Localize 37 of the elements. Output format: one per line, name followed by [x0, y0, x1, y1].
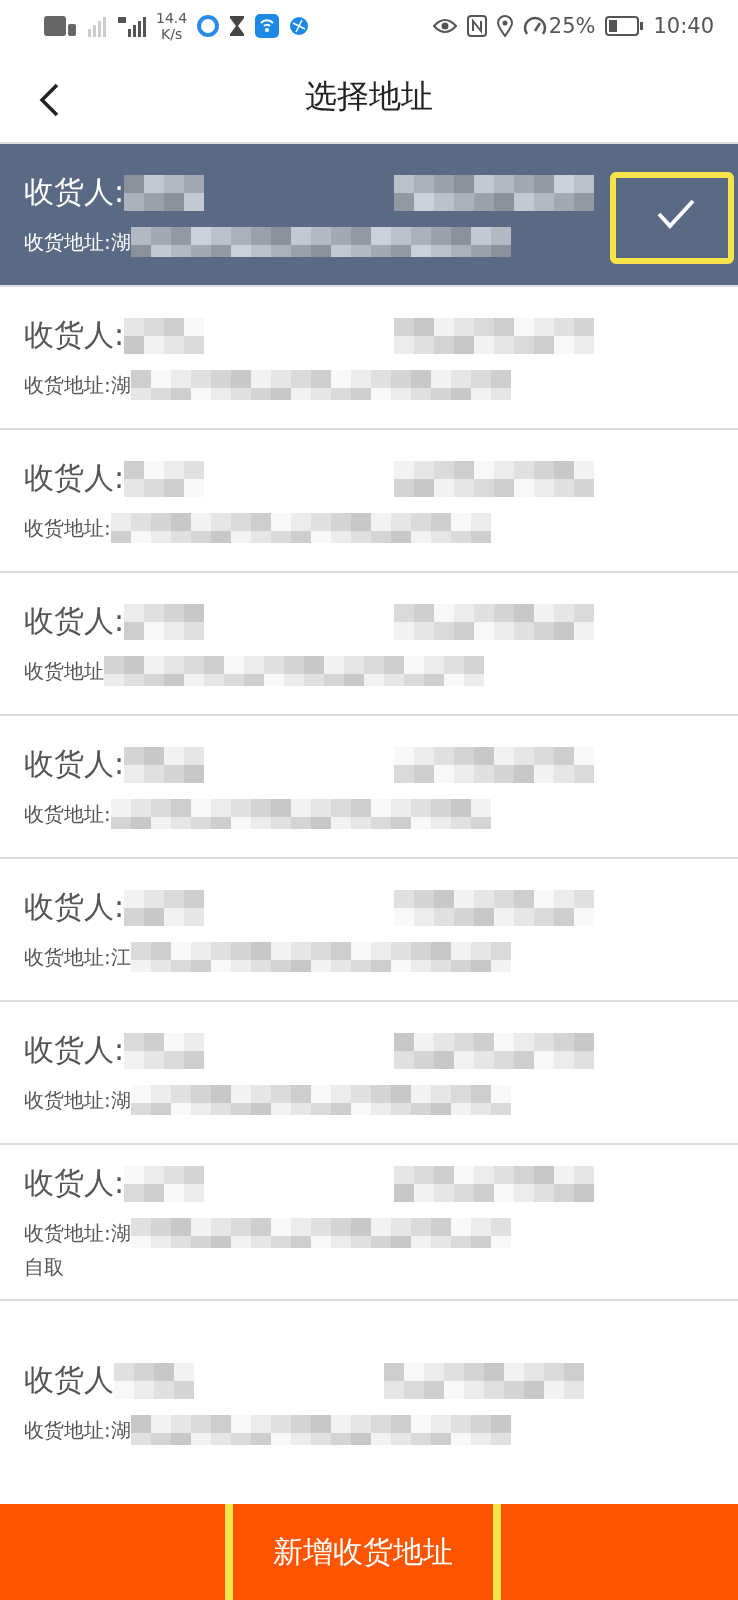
address-label: 收货地址:江 [24, 943, 131, 971]
recipient-label: 收货人: [24, 316, 125, 354]
nfc-icon [466, 15, 487, 37]
recipient-label: 收货人: [24, 173, 125, 211]
address-note: 自取 [24, 1254, 65, 1281]
address-row[interactable]: 收货人: 收货地址:湖 [0, 144, 738, 287]
address-label: 收货地址: [24, 800, 111, 828]
recipient-label: 收货人: [24, 745, 125, 783]
gauge-icon [522, 15, 547, 37]
eye-icon [432, 17, 457, 35]
recipient-label: 收货人: [24, 459, 125, 497]
cloud-icon [197, 15, 220, 37]
recipient-label: 收货人: [24, 888, 125, 926]
address-label: 收货地址:湖 [24, 1219, 131, 1247]
address-label: 收货地址:湖 [24, 228, 131, 256]
wifi-icon [255, 14, 280, 38]
address-label: 收货地址:湖 [24, 371, 131, 399]
address-label: 收货地址:湖 [24, 1416, 131, 1444]
hourglass-icon [229, 15, 246, 37]
battery-percent: 25% [548, 14, 596, 38]
speed-unit: K/s [161, 26, 183, 42]
recipient-label: 收货人 [24, 1361, 114, 1399]
signal-icon [86, 15, 108, 37]
address-label: 收货地址:湖 [24, 1086, 131, 1114]
address-label: 收货地址 [24, 657, 104, 685]
battery-icon [605, 16, 644, 36]
clock-time: 10:40 [653, 14, 714, 38]
globe-icon [289, 16, 310, 36]
hd-icon [44, 15, 76, 37]
address-label: 收货地址: [24, 514, 111, 542]
recipient-label: 收货人: [24, 1031, 125, 1069]
network-speed: 14.4 [156, 10, 188, 26]
recipient-label: 收货人: [24, 602, 125, 640]
recipient-label: 收货人: [24, 1164, 125, 1202]
signal-icon [118, 15, 146, 37]
page-title: 选择地址 [305, 76, 433, 117]
location-icon [496, 15, 513, 37]
